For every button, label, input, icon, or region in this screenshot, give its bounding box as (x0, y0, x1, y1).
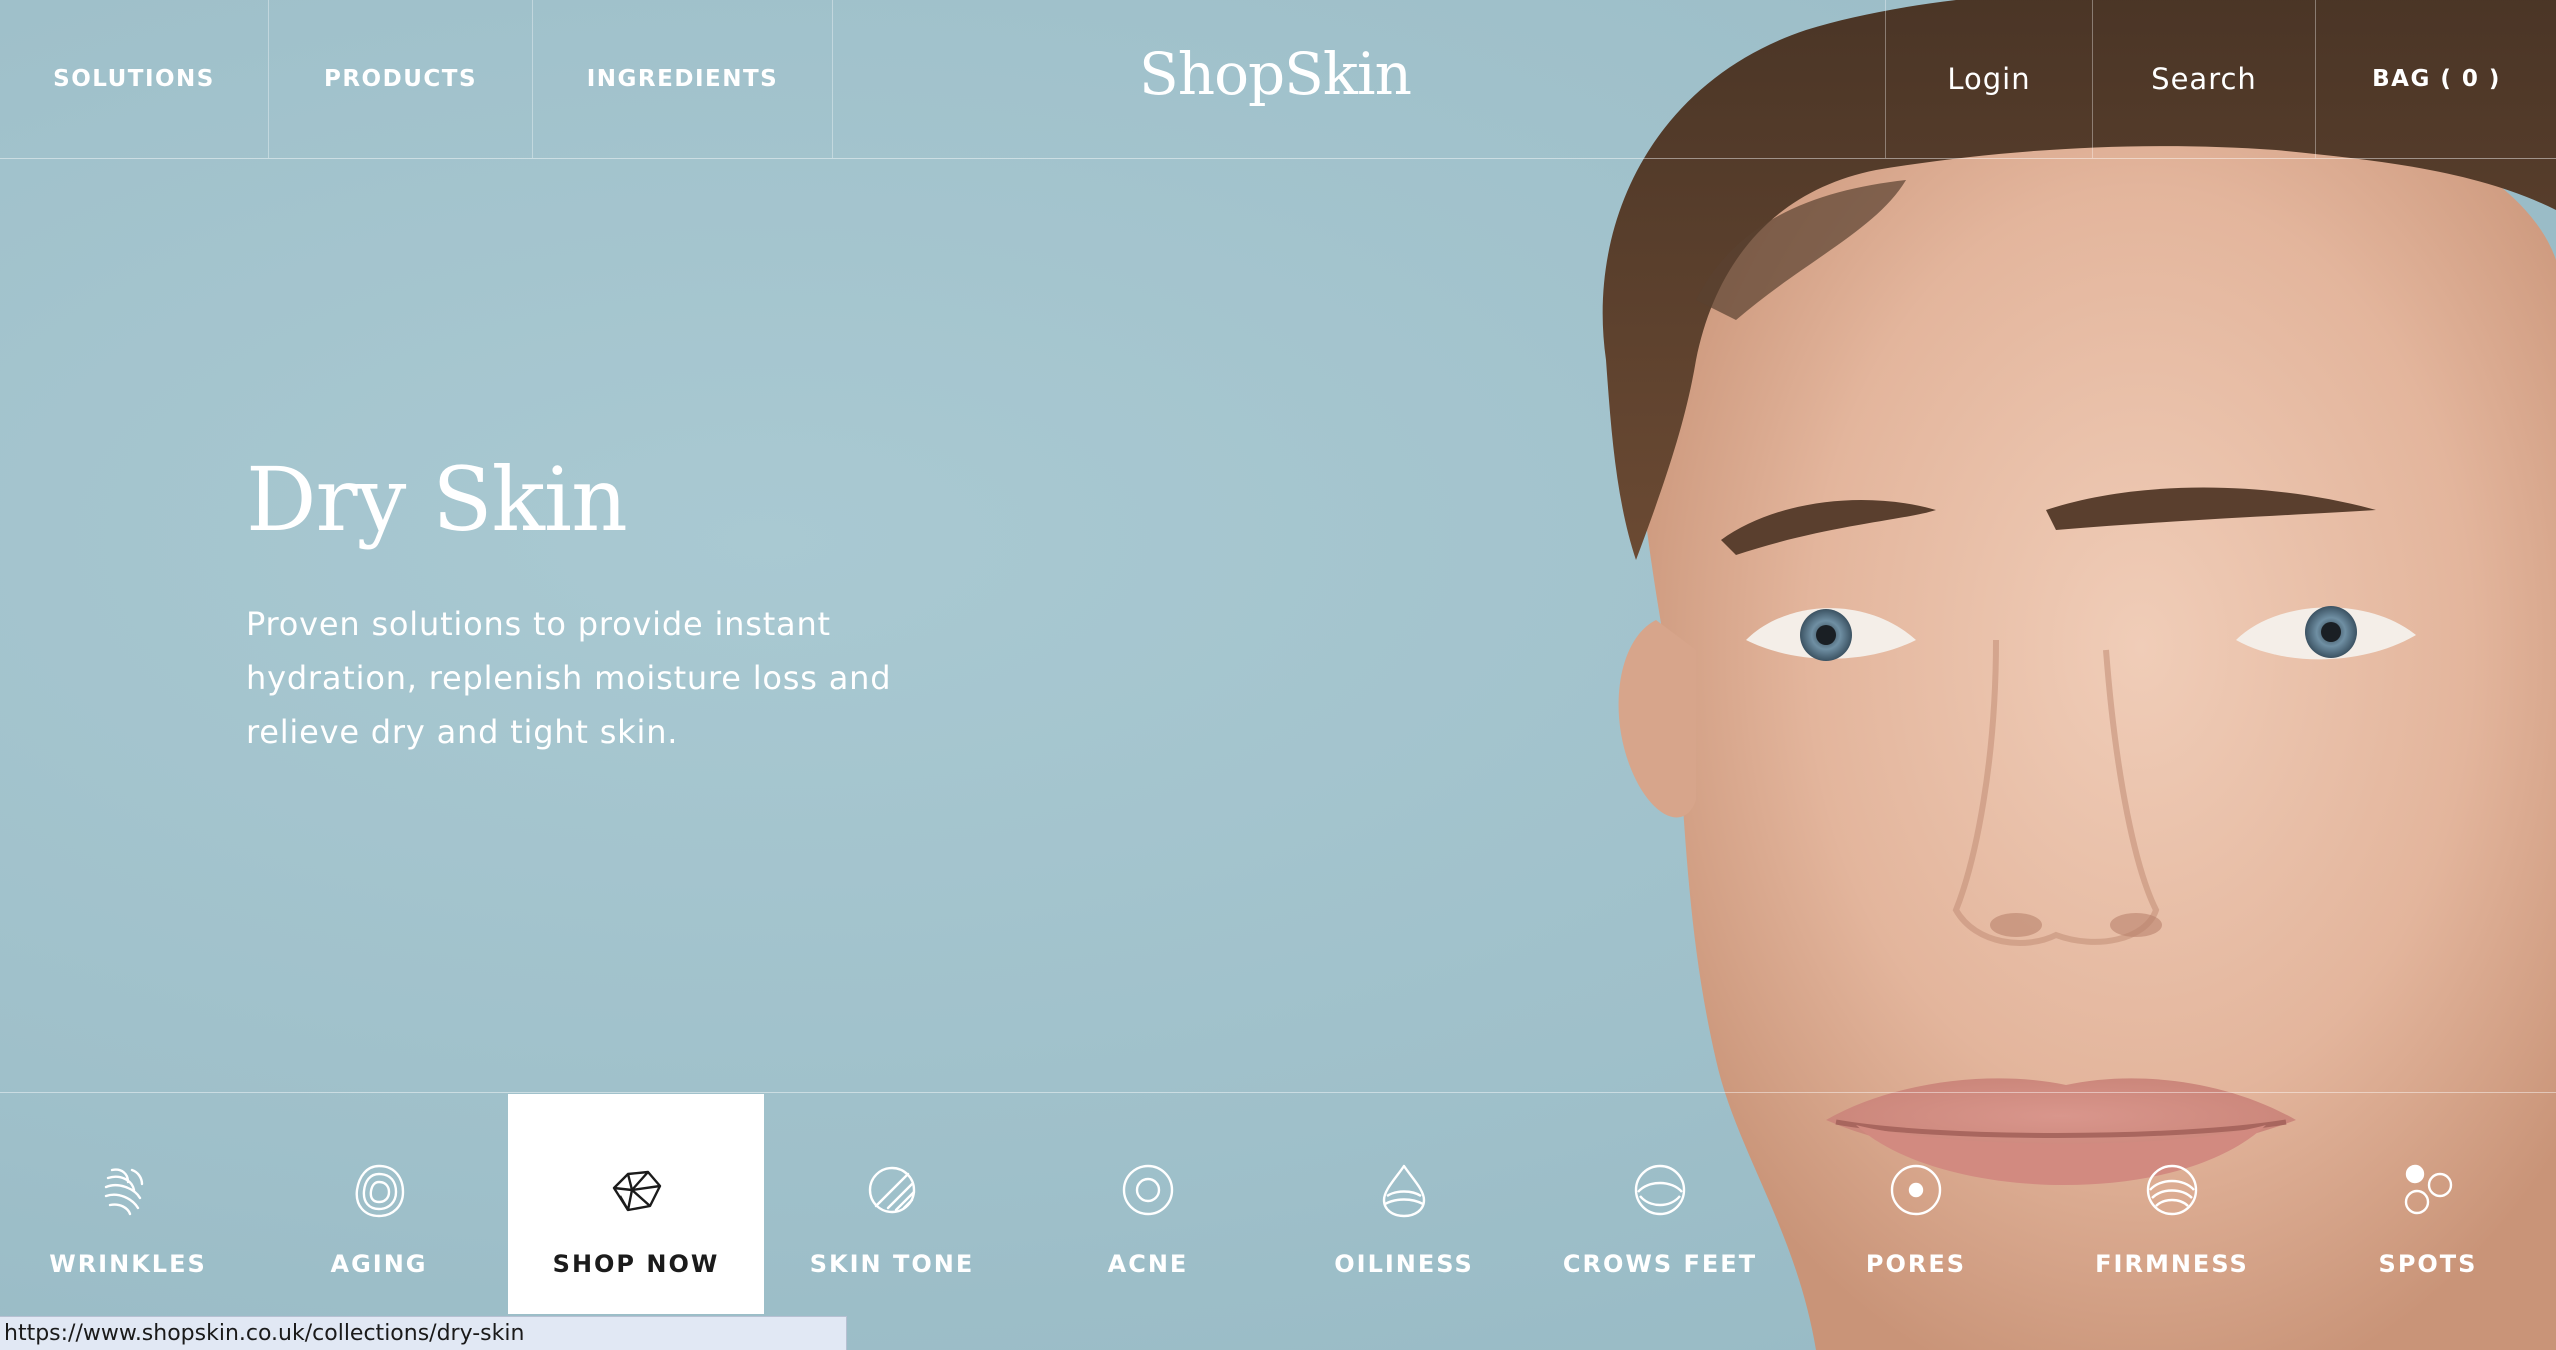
status-bar-url: https://www.shopskin.co.uk/collections/d… (0, 1316, 847, 1350)
category-crows-feet-label: CROWS FEET (1562, 1250, 1758, 1278)
nav-products[interactable]: PRODUCTS (269, 0, 533, 158)
category-acne[interactable]: ACNE (1020, 1094, 1276, 1314)
category-aging-label: AGING (330, 1250, 428, 1278)
category-spots[interactable]: SPOTS (2300, 1094, 2556, 1314)
crows-feet-icon (1630, 1160, 1690, 1220)
search-label: Search (2151, 62, 2257, 96)
category-crows-feet[interactable]: CROWS FEET (1532, 1094, 1788, 1314)
nav-solutions[interactable]: SOLUTIONS (0, 0, 269, 158)
category-pores[interactable]: PORES (1788, 1094, 2044, 1314)
category-oiliness-label: OILINESS (1334, 1250, 1474, 1278)
category-pores-label: PORES (1865, 1250, 1967, 1278)
category-acne-label: ACNE (1107, 1250, 1189, 1278)
aging-icon (349, 1160, 409, 1220)
category-spots-label: SPOTS (2378, 1250, 2478, 1278)
category-firmness[interactable]: FIRMNESS (2044, 1094, 2300, 1314)
bag-label: BAG ( 0 ) (2372, 66, 2501, 92)
oiliness-icon (1374, 1160, 1434, 1220)
category-shop-now[interactable]: SHOP NOW (508, 1094, 764, 1314)
page: SOLUTIONS PRODUCTS INGREDIENTS ShopSkin … (0, 0, 2556, 1350)
nav-products-label: PRODUCTS (323, 66, 478, 92)
page-title: Dry Skin (246, 448, 628, 551)
login-link[interactable]: Login (1885, 0, 2092, 158)
category-skin-tone[interactable]: SKIN TONE (764, 1094, 1020, 1314)
firmness-icon (2142, 1160, 2202, 1220)
nav-ingredients[interactable]: INGREDIENTS (533, 0, 833, 158)
category-oiliness[interactable]: OILINESS (1276, 1094, 1532, 1314)
category-shop-now-label: SHOP NOW (552, 1250, 720, 1278)
nav-solutions-label: SOLUTIONS (53, 66, 215, 92)
wrinkles-icon (98, 1160, 158, 1220)
category-firmness-label: FIRMNESS (2095, 1250, 2249, 1278)
hero-description: Proven solutions to provide instant hydr… (246, 605, 892, 751)
site-logo[interactable]: ShopSkin (1130, 40, 1420, 120)
category-wrinkles[interactable]: WRINKLES (0, 1094, 256, 1314)
login-label: Login (1947, 62, 2031, 96)
category-wrinkles-label: WRINKLES (49, 1250, 207, 1278)
bag-link[interactable]: BAG ( 0 ) (2315, 0, 2556, 158)
skin-concern-nav: WRINKLES AGING SHOP NOW SKIN TONE ACNE O… (0, 1092, 2556, 1314)
top-navigation: SOLUTIONS PRODUCTS INGREDIENTS ShopSkin … (0, 0, 2556, 159)
nav-ingredients-label: INGREDIENTS (586, 66, 779, 92)
pores-icon (1886, 1160, 1946, 1220)
gem-icon (606, 1160, 666, 1220)
search-link[interactable]: Search (2092, 0, 2315, 158)
spots-icon (2398, 1160, 2458, 1220)
skin-tone-icon (862, 1160, 922, 1220)
category-aging[interactable]: AGING (251, 1094, 507, 1314)
category-skin-tone-label: SKIN TONE (809, 1250, 975, 1278)
acne-icon (1118, 1160, 1178, 1220)
